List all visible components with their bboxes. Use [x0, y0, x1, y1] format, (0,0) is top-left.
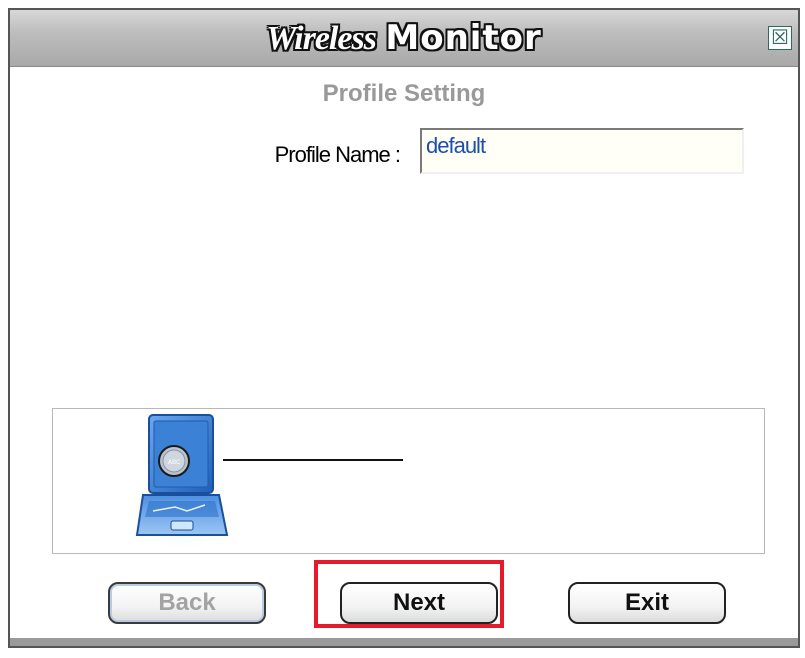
profile-name-label: Profile Name :: [274, 142, 401, 167]
exit-button[interactable]: Exit: [568, 582, 726, 624]
back-button[interactable]: Back: [108, 582, 266, 624]
app-title-monitor: Monitor: [385, 18, 542, 58]
profile-name-input[interactable]: [420, 128, 744, 174]
app-title: Wireless Monitor: [10, 18, 798, 59]
laptop-badge-text: ABC: [168, 459, 180, 466]
title-bar[interactable]: Wireless Monitor ☒: [10, 10, 798, 67]
close-icon[interactable]: ☒: [768, 26, 792, 50]
section-title: Profile Setting: [322, 80, 486, 107]
laptop-icon: ABC: [135, 414, 231, 548]
connection-line: [223, 459, 403, 461]
connection-illustration: ABC: [52, 408, 765, 554]
wireless-monitor-window: Wireless Monitor ☒ Profile Setting Profi…: [8, 8, 800, 648]
bottom-border: [10, 638, 798, 646]
app-title-wireless: Wireless: [266, 20, 377, 57]
next-button-highlight: [314, 560, 504, 628]
